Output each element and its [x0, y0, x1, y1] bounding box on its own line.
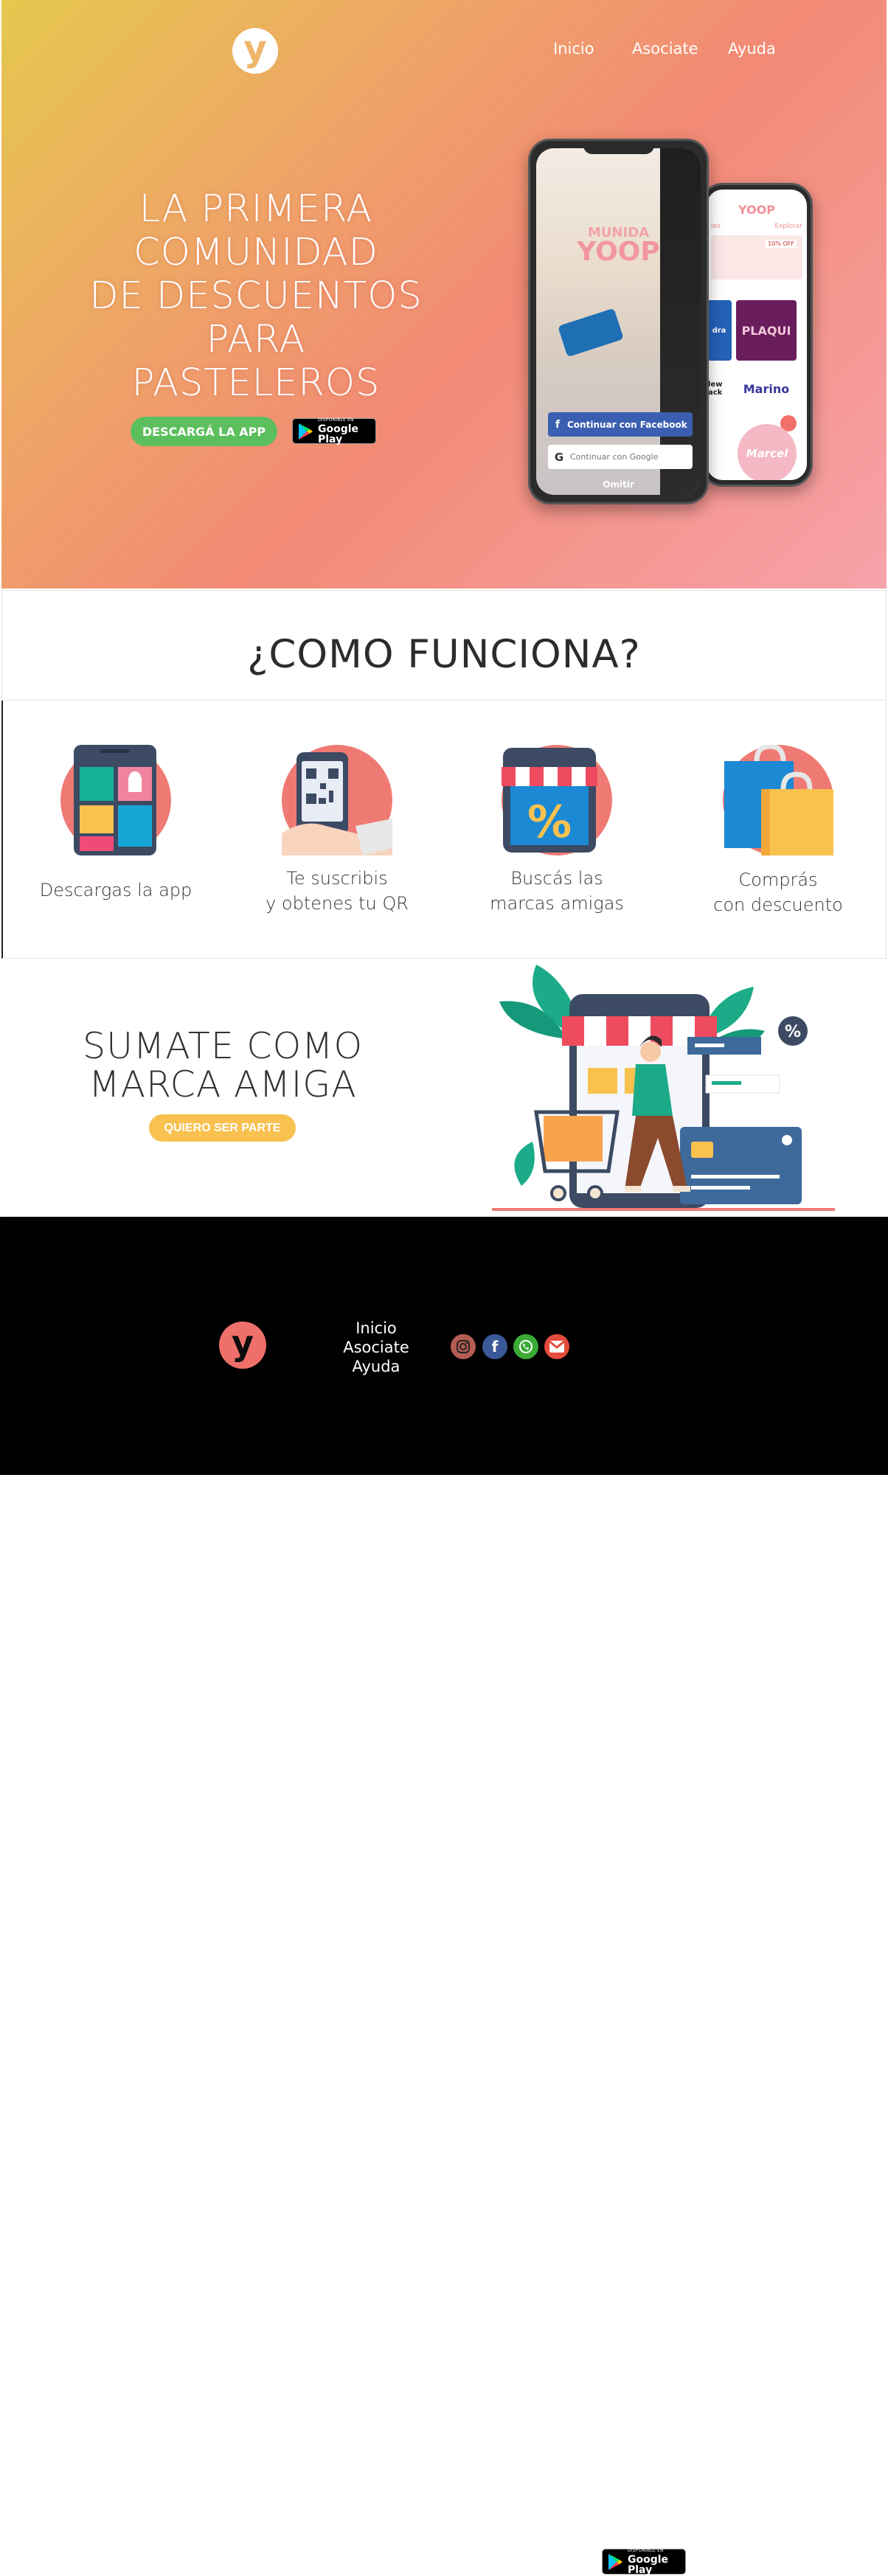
step-line: Buscás las [510, 868, 603, 889]
back-tabs: les Explorar [711, 223, 802, 230]
footer-link-ayuda[interactable]: Ayuda [339, 1357, 413, 1376]
headline-line: DE DESCUENTOS [89, 274, 423, 318]
shopping-store-illustration: % [492, 965, 835, 1211]
step-line: Comprás [738, 869, 818, 890]
tablet-apps-icon [60, 745, 171, 855]
phone-front-screen: MUNIDA YOOP f Continuar con Facebook G C… [536, 148, 701, 495]
join-title: SUMATE COMO MARCA AMIGA [31, 1027, 414, 1104]
badge-big-text: Google Play [628, 2553, 669, 2576]
continue-facebook-button[interactable]: f Continuar con Facebook [548, 412, 693, 437]
headline-line: COMUNIDAD [133, 231, 378, 274]
brand-tile-blue: dra [707, 300, 732, 361]
step-line: Te suscribis [286, 868, 388, 889]
nav-asociate-link[interactable]: Asociate [632, 40, 698, 58]
hero-headline: LA PRIMERA COMUNIDAD DE DESCUENTOS PARA … [72, 187, 440, 405]
headline-line: PASTELEROS [131, 361, 381, 405]
footer-link-asociate[interactable]: Asociate [339, 1338, 413, 1357]
step-label: Te suscribis y obtenes tu QR [234, 866, 440, 916]
facebook-icon: f [555, 418, 561, 431]
nav-ayuda-link[interactable]: Ayuda [728, 40, 776, 58]
brand-tile-plaqui: PLAQUI [736, 300, 797, 361]
back-tab: Explorar [774, 223, 802, 230]
facebook-button-label: Continuar con Facebook [567, 419, 687, 430]
continue-google-button[interactable]: G Continuar con Google [548, 445, 693, 469]
facebook-icon[interactable]: f [482, 1334, 507, 1359]
badge-small-text: DISPONIBLE EN [628, 2547, 664, 2553]
svg-text:%: % [785, 1023, 801, 1041]
steps-section: Descargas la app Te suscribis y obtenes … [1, 701, 887, 959]
step-line: Descargas la app [39, 880, 192, 900]
store-discount-icon: % [502, 745, 612, 855]
back-tab: les [711, 223, 721, 230]
footer-link-inicio[interactable]: Inicio [339, 1319, 413, 1338]
badge-big-text: Google Play [318, 423, 359, 445]
qr-phone-icon [282, 745, 392, 855]
google-play-icon [608, 2553, 622, 2570]
join-title-line: SUMATE COMO [82, 1025, 364, 1067]
photo-person [660, 148, 701, 495]
step-label: Buscás las marcas amigas [454, 866, 660, 916]
step-line: y obtenes tu QR [266, 893, 409, 914]
google-play-badge[interactable]: DISPONIBLE EN Google Play [292, 417, 376, 445]
back-deal-card: 10% OFF [711, 235, 802, 280]
hero-section: y Inicio Asociate Ayuda LA PRIMERA COMUN… [1, 0, 887, 589]
back-brand: YOOP [738, 203, 775, 217]
footer-nav: Inicio Asociate Ayuda [339, 1319, 413, 1376]
phone-back-screen: YOOP les Explorar 10% OFF dra PLAQUI lew… [707, 190, 807, 480]
instagram-icon[interactable] [451, 1334, 476, 1359]
gmail-icon[interactable] [544, 1334, 569, 1359]
how-title-section: ¿COMO FUNCIONA? [1, 590, 887, 701]
deal-tag: 10% OFF [766, 240, 797, 248]
footer: y Inicio Asociate Ayuda f DISPONIBLE EN … [0, 1217, 888, 2575]
phone-mockup-back: YOOP les Explorar 10% OFF dra PLAQUI lew… [701, 183, 813, 487]
step-label: Comprás con descuento [675, 867, 881, 917]
headline-line: LA PRIMERA [139, 187, 373, 231]
footer-google-play-badge[interactable]: DISPONIBLE EN Google Play [602, 2547, 686, 2576]
google-button-label: Continuar con Google [570, 452, 659, 462]
join-title-line: MARCA AMIGA [89, 1063, 357, 1105]
headline-line: PARA [206, 318, 306, 361]
join-section: SUMATE COMO MARCA AMIGA QUIERO SER PARTE [1, 959, 887, 1217]
svg-text:%: % [527, 796, 572, 848]
step-line: con descuento [713, 895, 843, 915]
step-line: marcas amigas [490, 893, 624, 914]
how-title: ¿COMO FUNCIONA? [247, 631, 641, 677]
nav-inicio-link[interactable]: Inicio [553, 40, 594, 58]
phone-mockup-front: MUNIDA YOOP f Continuar con Facebook G C… [528, 139, 709, 504]
google-play-icon [299, 423, 313, 440]
skip-link[interactable]: Omitir [536, 479, 701, 490]
brand-tile-marino: Marino [743, 381, 790, 396]
yoop-logo[interactable]: y [232, 28, 278, 74]
phone-notch [583, 141, 654, 154]
footer-logo[interactable]: y [219, 1322, 266, 1369]
brand-tile-marcel: Marcel [738, 424, 797, 480]
footer-logo-letter: y [232, 1323, 254, 1363]
join-button[interactable]: QUIERO SER PARTE [149, 1114, 296, 1142]
google-icon: G [554, 450, 564, 464]
brand-tile-new: lew ack [708, 381, 723, 397]
logo-letter: y [243, 28, 267, 69]
overlay-brand: YOOP [577, 237, 660, 267]
download-app-button[interactable]: DESCARGÁ LA APP [131, 417, 277, 446]
photo-card-reader [558, 308, 624, 358]
shopping-bags-icon [723, 743, 833, 855]
badge-small-text: DISPONIBLE EN [318, 417, 354, 423]
whatsapp-icon[interactable] [513, 1334, 538, 1359]
step-label: Descargas la app [13, 878, 219, 903]
